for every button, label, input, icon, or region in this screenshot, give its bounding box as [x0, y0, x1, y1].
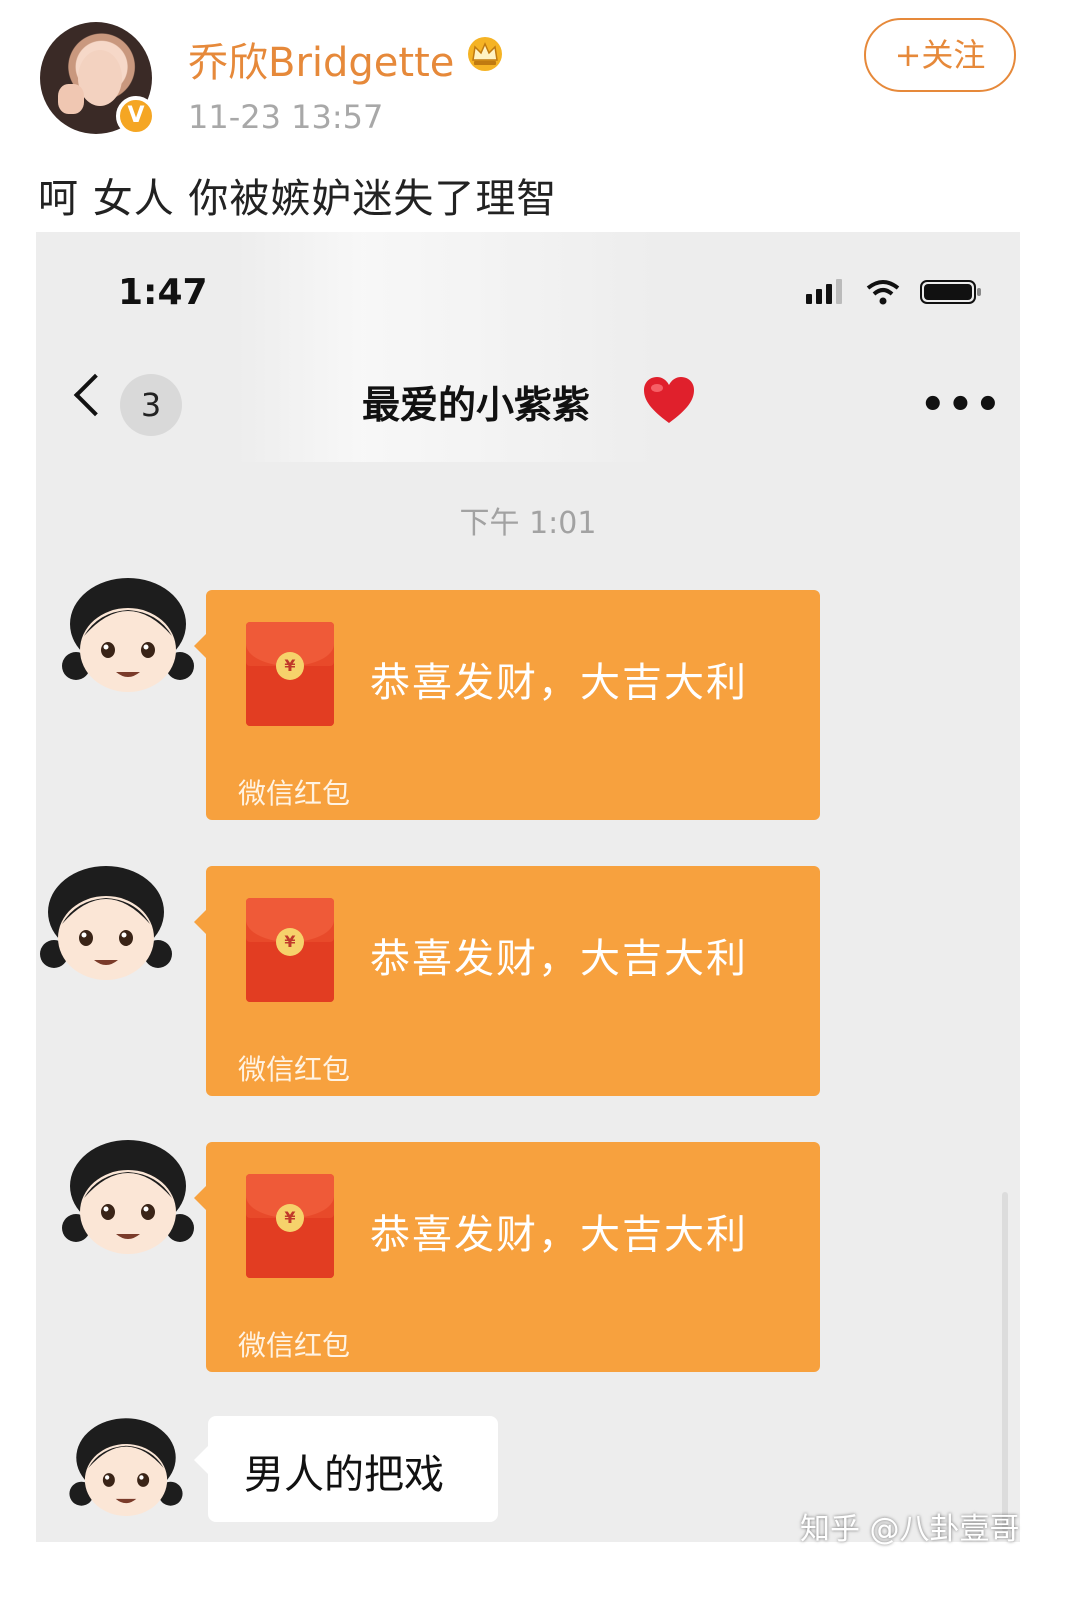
coin-icon: ¥: [276, 928, 304, 956]
red-packet-label: 微信红包: [238, 1053, 351, 1086]
red-envelope-icon: ¥: [246, 1174, 334, 1278]
watermark: 知乎 @八卦壹哥: [800, 1512, 1020, 1547]
status-bar-time: 1:47: [118, 272, 208, 313]
chat-screenshot[interactable]: 1:47 3 最爱的小紫紫 ••• 下午 1:01 ¥ 恭喜发财，大吉大利 微信…: [36, 232, 1020, 1542]
wifi-icon: [866, 280, 900, 305]
red-packet-label: 微信红包: [238, 1329, 351, 1362]
verified-badge-icon: V: [116, 96, 156, 136]
girl-emoji-avatar[interactable]: [66, 1408, 186, 1528]
red-envelope-icon: ¥: [246, 898, 334, 1002]
bubble-tail: [194, 1446, 208, 1474]
follow-button[interactable]: +关注: [864, 18, 1016, 92]
red-envelope-icon: ¥: [246, 622, 334, 726]
red-packet-message[interactable]: ¥ 恭喜发财，大吉大利 微信红包: [206, 866, 820, 1096]
girl-emoji-avatar[interactable]: [58, 1128, 198, 1268]
girl-emoji-avatar[interactable]: [36, 854, 176, 994]
text-message[interactable]: 男人的把戏: [208, 1416, 498, 1522]
red-packet-message[interactable]: ¥ 恭喜发财，大吉大利 微信红包: [206, 1142, 820, 1372]
girl-emoji-avatar[interactable]: [58, 566, 198, 706]
chat-title: 最爱的小紫紫: [362, 383, 591, 427]
red-packet-greeting: 恭喜发财，大吉大利: [370, 1212, 748, 1258]
red-packet-greeting: 恭喜发财，大吉大利: [370, 660, 748, 706]
post-text: 呵 女人 你被嫉妒迷失了理智: [38, 176, 558, 222]
heart-icon: [644, 377, 694, 423]
battery-icon: [920, 280, 981, 304]
avatar-face: [78, 50, 122, 106]
coin-icon: ¥: [276, 1204, 304, 1232]
username[interactable]: 乔欣Bridgette: [188, 30, 454, 88]
status-bar-icons: [806, 279, 981, 305]
red-packet-message[interactable]: ¥ 恭喜发财，大吉大利 微信红包: [206, 590, 820, 820]
red-packet-label: 微信红包: [238, 777, 351, 810]
signal-icon: [806, 279, 842, 304]
avatar-hand: [58, 84, 84, 114]
coin-icon: ¥: [276, 652, 304, 680]
red-packet-greeting: 恭喜发财，大吉大利: [370, 936, 748, 982]
unread-count-badge[interactable]: 3: [120, 374, 182, 436]
chat-timestamp: 下午 1:01: [459, 506, 597, 541]
message-text: 男人的把戏: [244, 1452, 444, 1498]
more-dots-icon[interactable]: •••: [920, 382, 1003, 428]
scrollbar[interactable]: [1002, 1192, 1008, 1532]
post-timestamp: 11-23 13:57: [188, 98, 384, 136]
crown-icon: [468, 37, 502, 71]
chevron-left-icon[interactable]: [73, 373, 117, 417]
